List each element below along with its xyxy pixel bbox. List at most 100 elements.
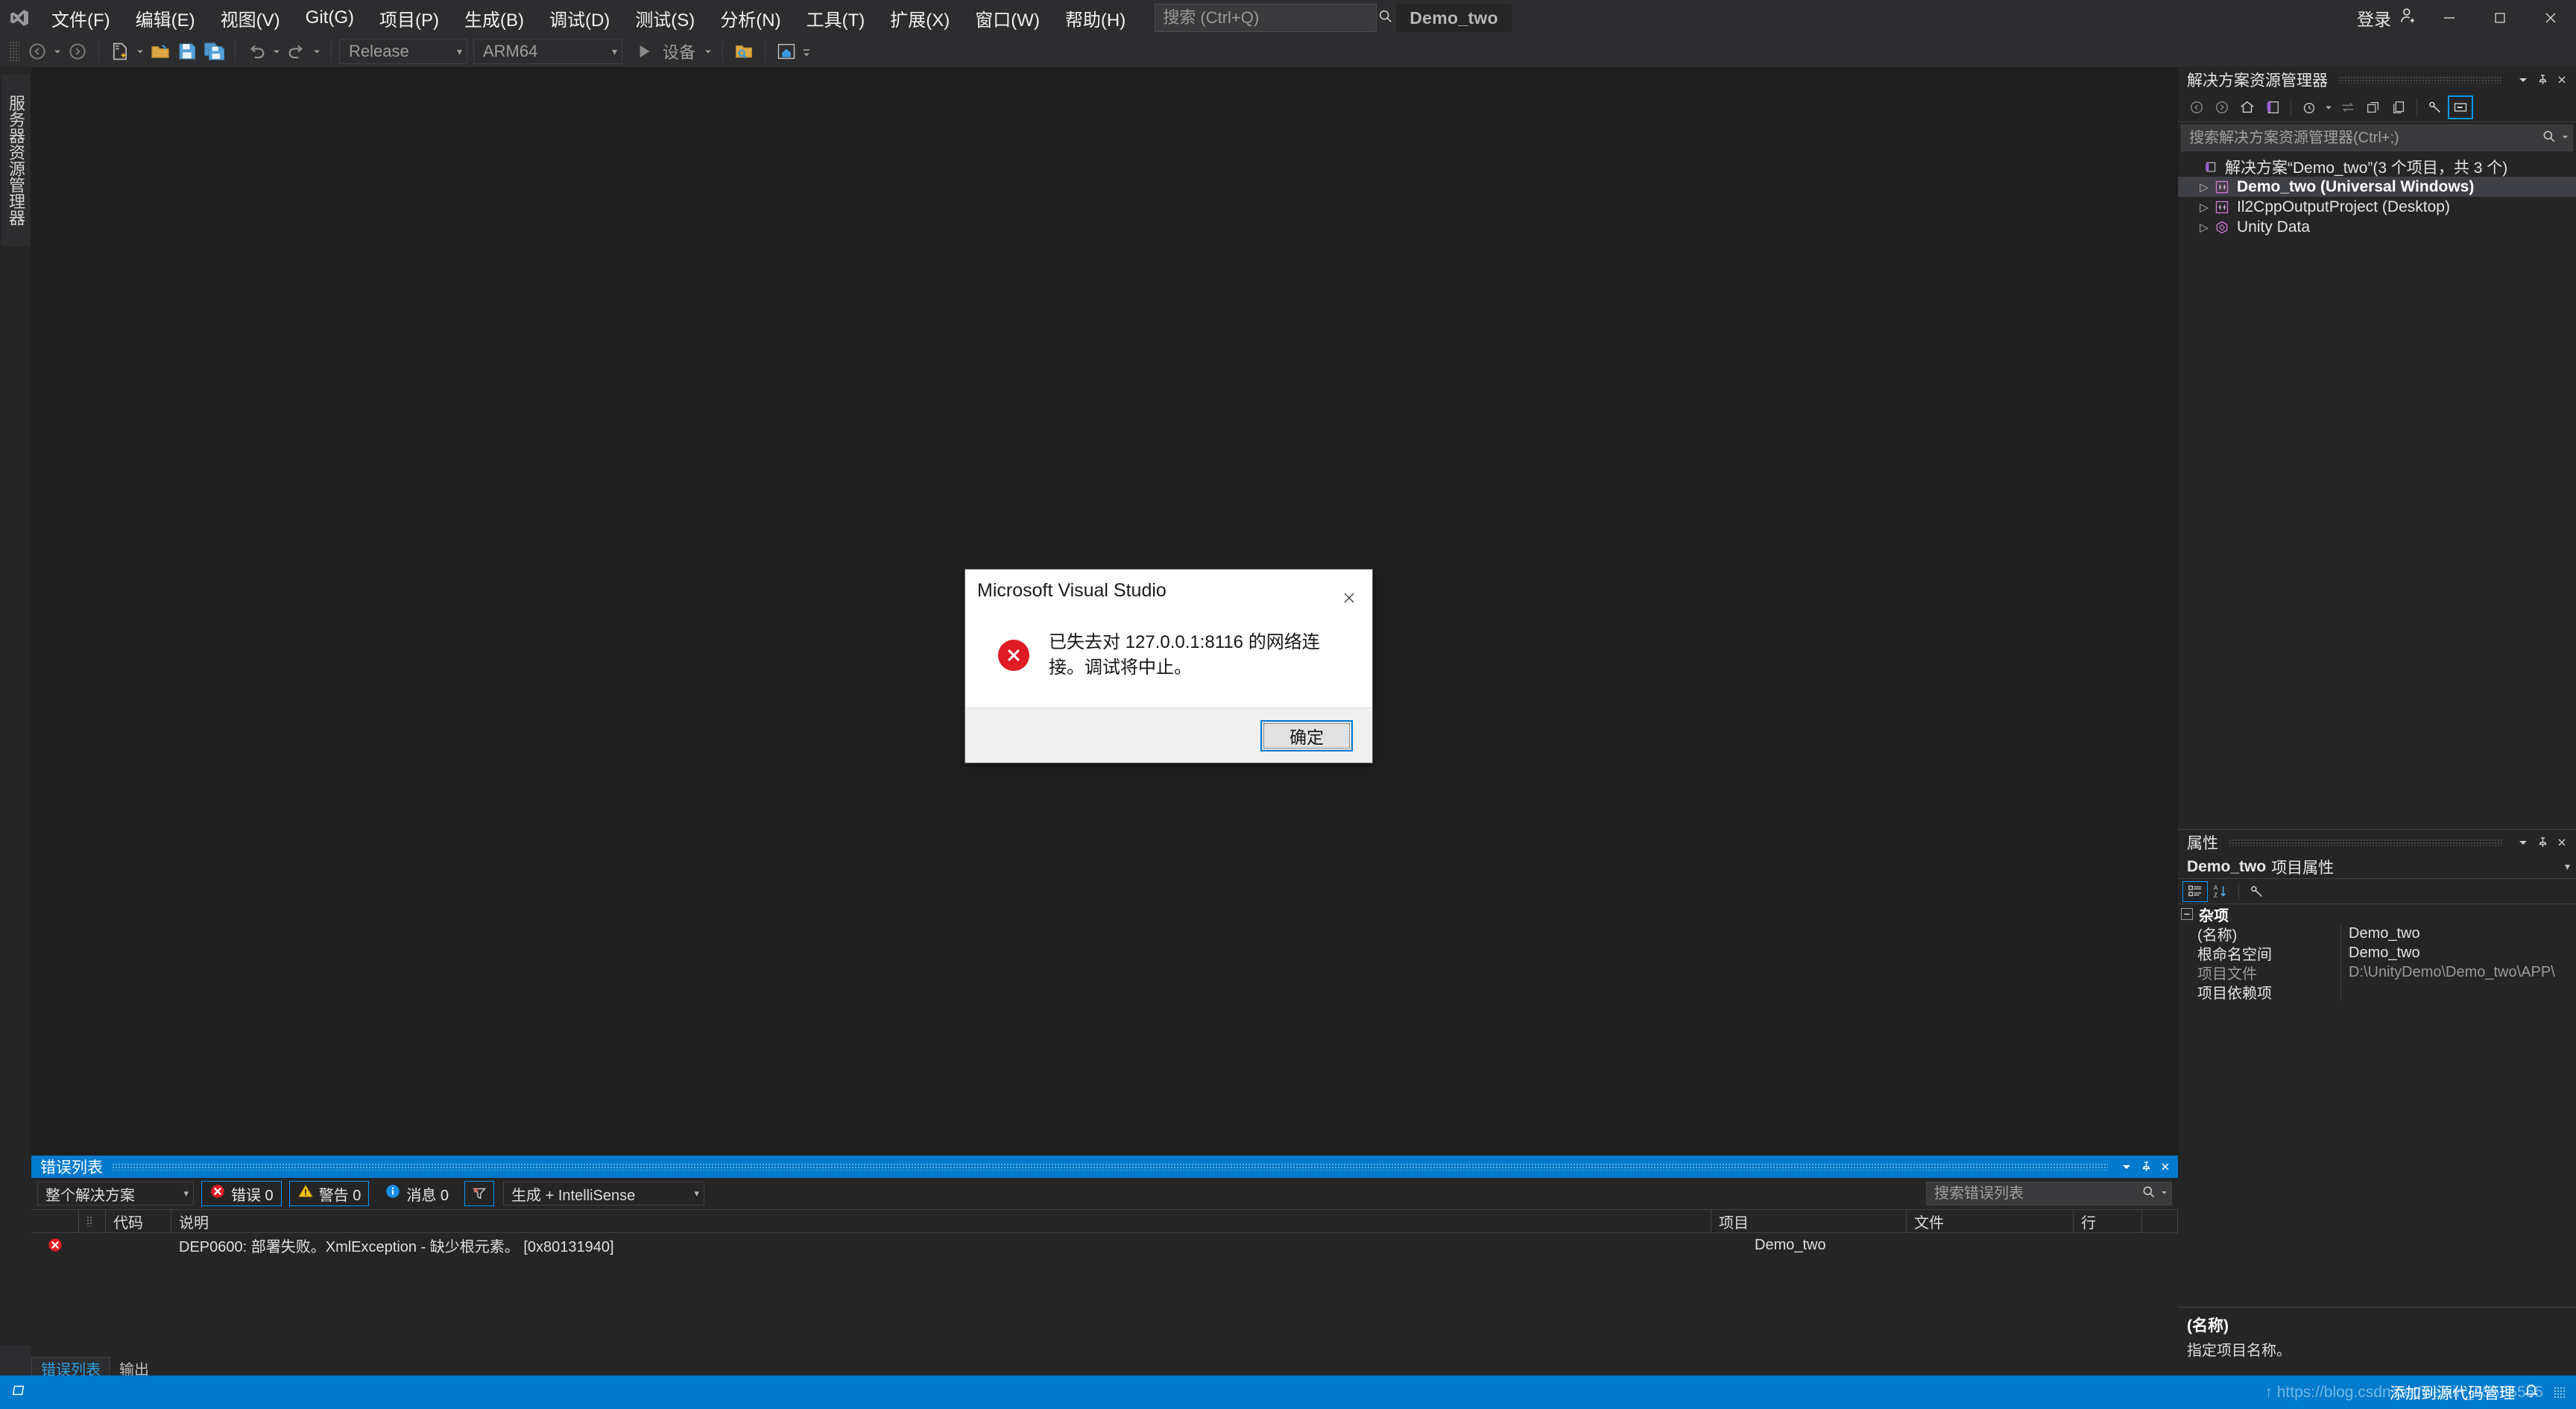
dialog-ok-button[interactable]: 确定 xyxy=(1260,720,1353,751)
toolbar-overflow-icon[interactable] xyxy=(800,39,813,64)
panel-drag-area[interactable] xyxy=(2338,76,2503,83)
run-target-label[interactable]: 设备 xyxy=(657,40,701,63)
tree-item[interactable]: ▷Il2CppOutputProject (Desktop) xyxy=(2178,197,2576,217)
active-document-chip[interactable]: Demo_two xyxy=(1396,4,1512,32)
chevron-down-icon[interactable] xyxy=(2322,95,2335,119)
navigate-back-icon[interactable] xyxy=(24,39,51,64)
sign-in-button[interactable]: 登录 xyxy=(2351,5,2424,31)
pin-icon[interactable] xyxy=(2533,69,2552,90)
menu-item-9[interactable]: 工具(T) xyxy=(794,0,878,36)
chevron-down-icon[interactable] xyxy=(2160,1187,2168,1200)
column-header-description[interactable]: 说明 xyxy=(171,1209,1711,1233)
save-icon[interactable] xyxy=(174,39,201,64)
messages-toggle[interactable]: 消息 0 xyxy=(376,1181,457,1206)
run-target-dropdown[interactable] xyxy=(701,39,715,64)
property-value[interactable]: D:\UnityDemo\Demo_two\APP\ xyxy=(2340,962,2576,982)
tree-item[interactable]: ▷Unity Data xyxy=(2178,217,2576,237)
configuration-combo[interactable]: Release ▾ xyxy=(339,39,467,64)
property-value[interactable] xyxy=(2340,982,2576,1001)
properties-wrench-icon[interactable] xyxy=(2422,95,2448,119)
property-value[interactable]: Demo_two xyxy=(2340,943,2576,962)
property-row[interactable]: 项目文件D:\UnityDemo\Demo_two\APP\ xyxy=(2178,962,2576,982)
chevron-down-icon[interactable] xyxy=(2117,1157,2136,1176)
search-icon[interactable] xyxy=(2542,129,2557,148)
menu-item-0[interactable]: 文件(F) xyxy=(39,0,123,36)
navigate-back-dropdown[interactable] xyxy=(51,39,64,64)
menu-item-3[interactable]: Git(G) xyxy=(293,0,367,36)
notification-bell-icon[interactable] xyxy=(2522,1381,2540,1403)
collapse-all-icon[interactable] xyxy=(2361,95,2386,119)
property-row[interactable]: (名称)Demo_two xyxy=(2178,924,2576,943)
add-to-source-control-button[interactable]: 添加到源代码管理 xyxy=(2390,1381,2515,1404)
chevron-down-icon[interactable] xyxy=(2513,832,2533,853)
column-header-grip[interactable] xyxy=(79,1209,106,1233)
redo-dropdown[interactable] xyxy=(310,39,323,64)
pending-changes-icon[interactable] xyxy=(2296,95,2322,119)
save-all-icon[interactable] xyxy=(201,39,227,64)
sidebar-item-server-explorer[interactable]: 服务器资源管理器 xyxy=(1,75,30,246)
account-add-icon[interactable] xyxy=(2399,6,2418,30)
menu-item-12[interactable]: 帮助(H) xyxy=(1052,0,1138,36)
show-all-files-icon[interactable] xyxy=(2386,95,2411,119)
expander-triangle-icon[interactable]: ▷ xyxy=(2196,221,2212,234)
run-start-icon[interactable] xyxy=(631,39,657,64)
toolbar-grip[interactable] xyxy=(9,41,19,62)
panel-drag-area[interactable] xyxy=(2229,839,2503,846)
column-header-severity[interactable] xyxy=(31,1209,79,1233)
menu-item-6[interactable]: 调试(D) xyxy=(537,0,622,36)
platform-combo[interactable]: ARM64 ▾ xyxy=(473,39,622,64)
warnings-toggle[interactable]: 警告 0 xyxy=(289,1181,370,1206)
property-row[interactable]: 根命名空间Demo_two xyxy=(2178,943,2576,962)
dialog-close-icon[interactable] xyxy=(1326,580,1372,616)
menu-item-1[interactable]: 编辑(E) xyxy=(123,0,208,36)
chevron-down-icon[interactable]: ▾ xyxy=(2565,860,2570,873)
home-icon[interactable] xyxy=(2235,95,2260,119)
scope-filter-combo[interactable]: 整个解决方案 ▾ xyxy=(37,1182,194,1205)
menu-item-10[interactable]: 扩展(X) xyxy=(877,0,962,36)
expander-triangle-icon[interactable]: ▷ xyxy=(2196,201,2212,214)
search-icon[interactable] xyxy=(1377,8,1394,28)
minimize-button[interactable] xyxy=(2424,0,2475,36)
close-icon[interactable] xyxy=(2552,69,2572,90)
solution-icon[interactable] xyxy=(2260,95,2285,119)
column-header-line[interactable]: 行 xyxy=(2074,1209,2142,1233)
column-header-project[interactable]: 项目 xyxy=(1711,1209,1907,1233)
resize-grip-icon[interactable] xyxy=(2554,1387,2566,1399)
solution-explorer-search[interactable] xyxy=(2181,124,2573,151)
undo-dropdown[interactable] xyxy=(270,39,283,64)
property-pages-wrench-icon[interactable] xyxy=(2244,881,2270,902)
source-control-square-icon[interactable] xyxy=(10,1382,27,1402)
close-icon[interactable] xyxy=(2156,1157,2175,1176)
global-search[interactable] xyxy=(1155,4,1377,32)
search-icon[interactable] xyxy=(2141,1185,2156,1203)
property-row[interactable]: 项目依赖项 xyxy=(2178,982,2576,1001)
sync-icon[interactable] xyxy=(2335,95,2361,119)
error-filter-icon[interactable] xyxy=(464,1181,494,1206)
error-list-search[interactable] xyxy=(1926,1182,2172,1205)
chevron-down-icon[interactable] xyxy=(2513,69,2533,90)
source-filter-combo[interactable]: 生成 + IntelliSense ▾ xyxy=(503,1182,704,1205)
maximize-button[interactable] xyxy=(2475,0,2525,36)
pin-icon[interactable] xyxy=(2136,1157,2156,1176)
expander-triangle-icon[interactable]: ▷ xyxy=(2196,180,2212,194)
preview-selected-items-icon[interactable] xyxy=(2448,95,2473,119)
menu-item-7[interactable]: 测试(S) xyxy=(622,0,707,36)
close-icon[interactable] xyxy=(2552,832,2572,853)
menu-item-4[interactable]: 项目(P) xyxy=(367,0,452,36)
open-file-icon[interactable] xyxy=(147,39,174,64)
properties-object-selector[interactable]: Demo_two 项目属性 ▾ xyxy=(2178,855,2576,879)
close-button[interactable] xyxy=(2525,0,2576,36)
alphabetical-sort-icon[interactable]: A Z xyxy=(2208,881,2233,902)
pin-icon[interactable] xyxy=(2533,832,2552,853)
solution-search-input[interactable] xyxy=(2189,130,2542,147)
column-header-file[interactable]: 文件 xyxy=(1907,1209,2074,1233)
search-input[interactable] xyxy=(1163,8,1377,28)
find-in-files-icon[interactable] xyxy=(730,39,757,64)
new-project-dropdown[interactable] xyxy=(133,39,147,64)
properties-category[interactable]: − 杂项 xyxy=(2178,904,2576,924)
undo-icon[interactable] xyxy=(243,39,270,64)
collapse-minus-icon[interactable]: − xyxy=(2181,908,2193,920)
menu-item-8[interactable]: 分析(N) xyxy=(707,0,793,36)
menu-item-2[interactable]: 视图(V) xyxy=(208,0,293,36)
chevron-down-icon[interactable] xyxy=(2561,131,2569,145)
